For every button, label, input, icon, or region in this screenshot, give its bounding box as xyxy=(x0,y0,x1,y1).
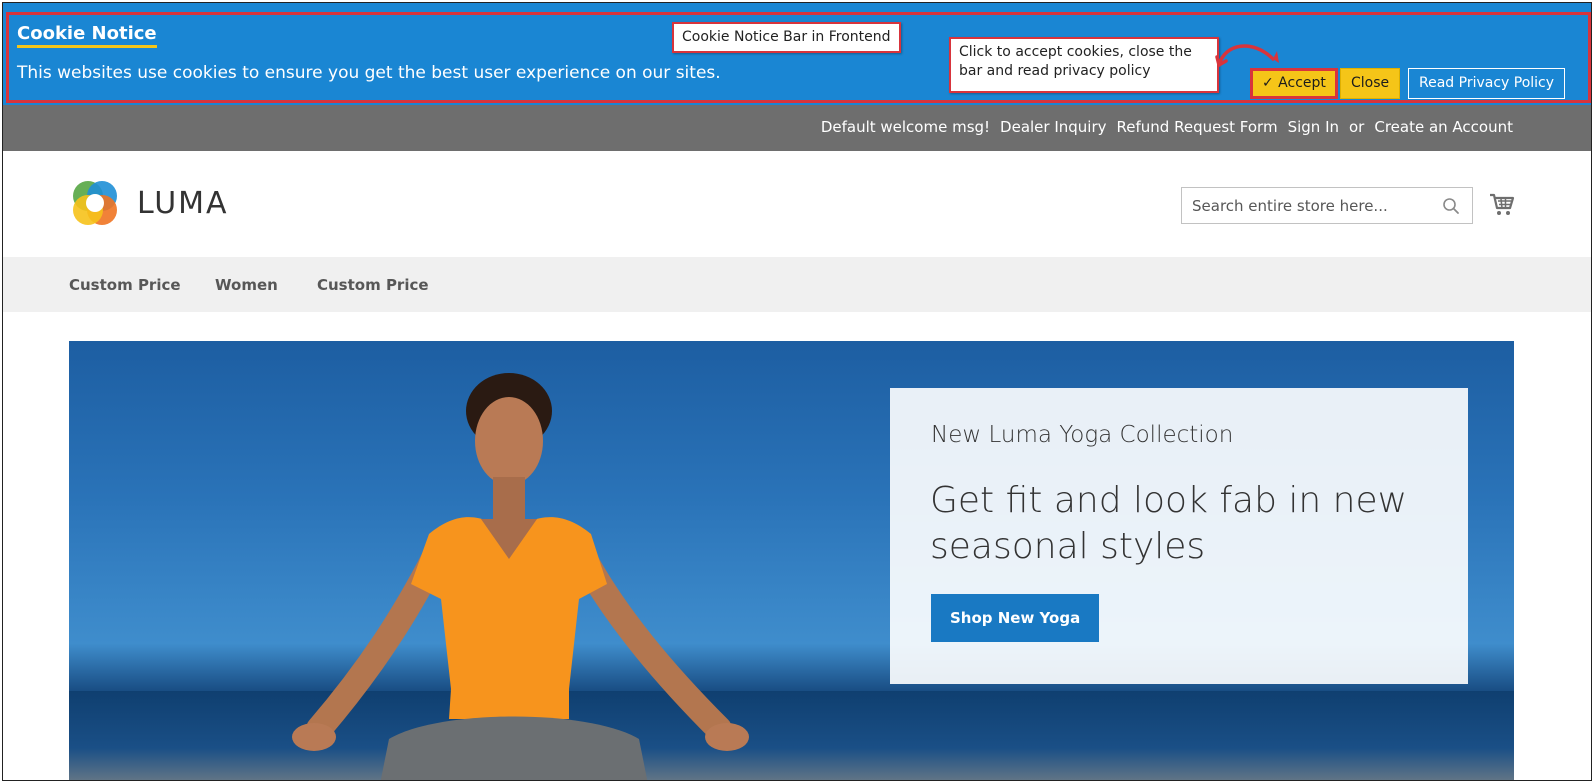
sign-in-link[interactable]: Sign In xyxy=(1288,118,1339,136)
annotation-bar-label: Cookie Notice Bar in Frontend xyxy=(672,22,901,53)
header-links: Default welcome msg! Dealer Inquiry Refu… xyxy=(811,118,1513,136)
read-privacy-policy-button[interactable]: Read Privacy Policy xyxy=(1408,68,1566,99)
nav-item-women[interactable]: Women xyxy=(215,276,278,294)
create-account-link[interactable]: Create an Account xyxy=(1374,118,1513,136)
or-separator: or xyxy=(1349,118,1365,136)
cookie-notice-title: Cookie Notice xyxy=(17,23,157,48)
main-navigation: Custom Price Women Custom Price xyxy=(3,257,1591,312)
page-frame: Cookie Notice This websites use cookies … xyxy=(2,2,1592,781)
search-box xyxy=(1181,187,1473,224)
refund-request-link[interactable]: Refund Request Form xyxy=(1117,118,1278,136)
cookie-notice-message: This websites use cookies to ensure you … xyxy=(17,63,721,83)
store-logo[interactable]: LUMA xyxy=(69,177,229,229)
cart-icon[interactable] xyxy=(1488,191,1516,219)
shop-new-yoga-button[interactable]: Shop New Yoga xyxy=(931,594,1100,642)
promo-subtitle: New Luma Yoga Collection xyxy=(931,422,1234,448)
nav-item-custom-price-2[interactable]: Custom Price xyxy=(317,276,429,294)
luma-logo-icon xyxy=(73,181,117,225)
annotation-note-line1: Click to accept cookies, close the xyxy=(959,44,1192,60)
nav-item-custom-price[interactable]: Custom Price xyxy=(69,276,181,294)
close-button[interactable]: Close xyxy=(1340,68,1401,99)
header-panel: Default welcome msg! Dealer Inquiry Refu… xyxy=(3,105,1591,151)
logo-text: LUMA xyxy=(137,185,229,221)
annotation-bar-label-text: Cookie Notice Bar in Frontend xyxy=(682,29,891,45)
yoga-woman-image xyxy=(292,373,749,780)
annotation-note-line2: bar and read privacy policy xyxy=(959,63,1151,79)
search-input[interactable] xyxy=(1182,188,1432,223)
hero-banner: New Luma Yoga Collection Get fit and loo… xyxy=(69,341,1514,780)
dealer-inquiry-link[interactable]: Dealer Inquiry xyxy=(1000,118,1106,136)
accept-button[interactable]: ✓ Accept xyxy=(1250,68,1338,99)
cookie-notice-bar: Cookie Notice This websites use cookies … xyxy=(3,3,1591,105)
annotation-arrow-icon xyxy=(1215,44,1279,67)
promo-title: Get fit and look fab in new seasonal sty… xyxy=(930,480,1408,567)
annotation-buttons-note: Click to accept cookies, close the bar a… xyxy=(949,37,1219,93)
promo-block: New Luma Yoga Collection Get fit and loo… xyxy=(890,388,1468,684)
search-icon[interactable] xyxy=(1442,197,1460,215)
welcome-message: Default welcome msg! xyxy=(820,118,991,136)
